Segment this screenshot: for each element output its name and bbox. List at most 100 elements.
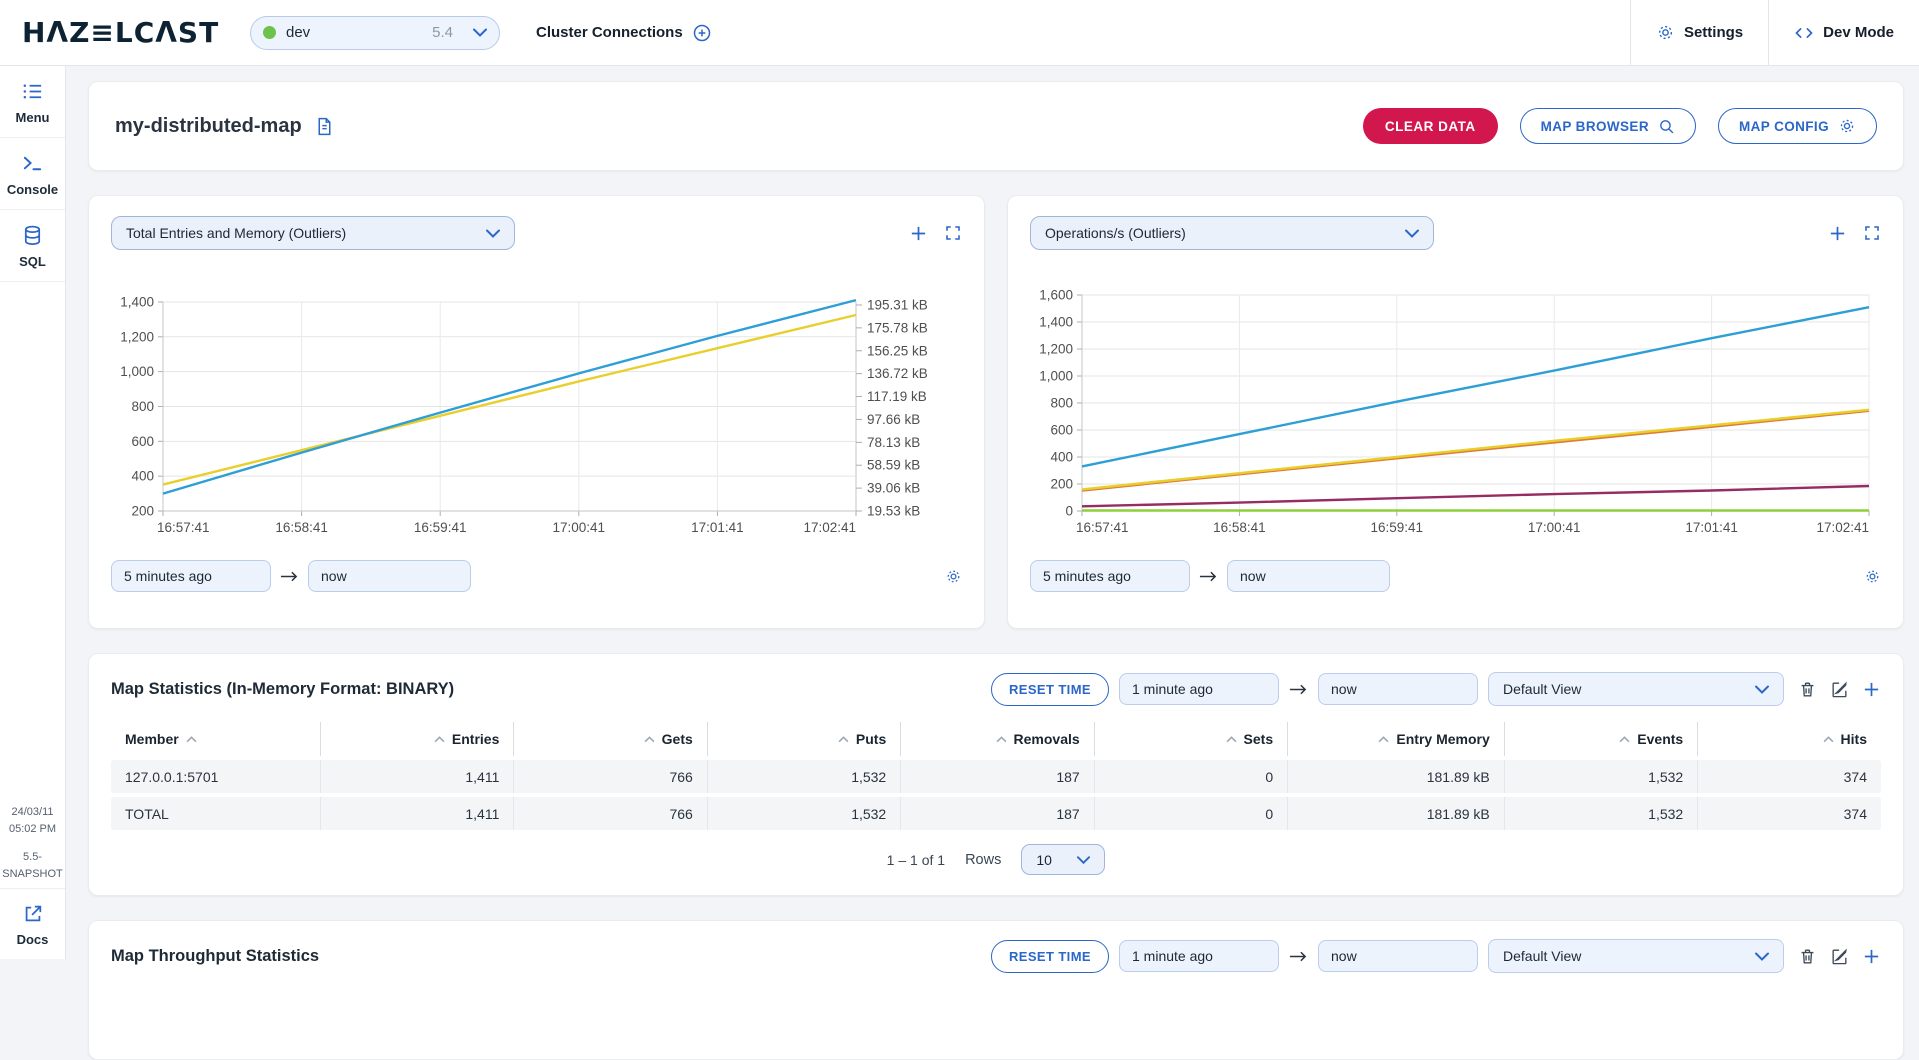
sidebar-item-docs[interactable]: Docs [0, 888, 65, 959]
entries-memory-chart-card: Total Entries and Memory (Outliers) 1,40… [88, 195, 985, 629]
time-to-input[interactable] [308, 560, 471, 592]
gear-icon [1838, 117, 1856, 135]
rows-per-page-label: Rows [965, 852, 1001, 868]
svg-text:16:57:41: 16:57:41 [1076, 520, 1129, 535]
plus-icon [1862, 947, 1881, 966]
stats-time-to-input[interactable] [1318, 673, 1478, 705]
column-header-events[interactable]: Events [1504, 722, 1697, 756]
throughput-time-from-input[interactable] [1119, 940, 1279, 972]
fullscreen-button[interactable] [944, 224, 962, 242]
add-view-button[interactable] [1862, 947, 1881, 966]
series-ops-blue [1082, 307, 1869, 466]
add-view-button[interactable] [1862, 680, 1881, 699]
sort-caret-icon [186, 736, 197, 743]
time-from-input[interactable] [111, 560, 271, 592]
add-chart-button[interactable] [1828, 224, 1847, 243]
table-cell: 766 [513, 797, 706, 830]
sidebar-item-label: Console [7, 182, 58, 197]
map-browser-button[interactable]: MAP BROWSER [1520, 108, 1696, 144]
svg-text:200: 200 [1050, 477, 1073, 492]
console-icon [21, 152, 44, 175]
chart-metric-selected: Operations/s (Outliers) [1045, 225, 1405, 241]
gear-icon [1864, 568, 1881, 585]
svg-text:1,000: 1,000 [1039, 369, 1073, 384]
fullscreen-button[interactable] [1863, 224, 1881, 242]
settings-button[interactable]: Settings [1630, 0, 1768, 66]
sort-caret-icon [1823, 736, 1834, 743]
column-header-gets[interactable]: Gets [513, 722, 706, 756]
chart-settings-button[interactable] [1864, 568, 1881, 585]
circle-plus-icon[interactable] [692, 23, 712, 43]
table-cell: 187 [900, 760, 1093, 793]
svg-text:97.66 kB: 97.66 kB [867, 412, 920, 427]
chevron-down-icon [473, 28, 487, 37]
svg-text:1,200: 1,200 [120, 329, 154, 344]
sidebar-item-label: SQL [19, 254, 46, 269]
edit-icon [1830, 680, 1849, 699]
sidebar-item-label: Docs [17, 932, 49, 947]
column-header-entries[interactable]: Entries [320, 722, 513, 756]
add-chart-button[interactable] [909, 224, 928, 243]
view-selected: Default View [1503, 948, 1755, 964]
clear-data-button[interactable]: CLEAR DATA [1363, 108, 1498, 144]
sidebar-item-console[interactable]: Console [0, 138, 65, 210]
svg-text:600: 600 [131, 434, 154, 449]
cluster-select[interactable]: dev 5.4 [250, 16, 500, 50]
map-config-button[interactable]: MAP CONFIG [1718, 108, 1877, 144]
reset-time-button[interactable]: RESET TIME [991, 673, 1109, 706]
arrow-right-icon [1289, 950, 1308, 963]
svg-text:1,600: 1,600 [1039, 288, 1073, 303]
column-header-removals[interactable]: Removals [900, 722, 1093, 756]
sidebar-item-menu[interactable]: Menu [0, 66, 65, 138]
dev-mode-button[interactable]: Dev Mode [1768, 0, 1919, 66]
stats-time-from-input[interactable] [1119, 673, 1279, 705]
reset-time-button[interactable]: RESET TIME [991, 940, 1109, 973]
throughput-time-to-input[interactable] [1318, 940, 1478, 972]
chart-settings-button[interactable] [945, 568, 962, 585]
sidebar-item-sql[interactable]: SQL [0, 210, 65, 282]
time-from-input[interactable] [1030, 560, 1190, 592]
plus-icon [909, 224, 928, 243]
view-select[interactable]: Default View [1488, 939, 1784, 973]
map-statistics-table: MemberEntriesGetsPutsRemovalsSetsEntry M… [111, 722, 1881, 830]
rows-per-page-select[interactable]: 10 [1021, 844, 1105, 875]
edit-view-button[interactable] [1830, 680, 1849, 699]
view-select[interactable]: Default View [1488, 672, 1784, 706]
column-header-puts[interactable]: Puts [707, 722, 900, 756]
svg-text:19.53 kB: 19.53 kB [867, 504, 920, 519]
chart-metric-select[interactable]: Total Entries and Memory (Outliers) [111, 216, 515, 250]
chevron-down-icon [1755, 952, 1769, 961]
edit-icon [1830, 947, 1849, 966]
table-row[interactable]: 127.0.0.1:57011,4117661,5321870181.89 kB… [111, 760, 1881, 793]
cluster-version: 5.4 [432, 24, 453, 41]
chart-metric-select[interactable]: Operations/s (Outliers) [1030, 216, 1434, 250]
cluster-connections-label: Cluster Connections [536, 24, 683, 41]
table-cell: 1,411 [320, 797, 513, 830]
cluster-connections[interactable]: Cluster Connections [536, 23, 712, 43]
document-icon[interactable] [314, 116, 335, 137]
column-header-hits[interactable]: Hits [1697, 722, 1881, 756]
table-row[interactable]: TOTAL1,4117661,5321870181.89 kB1,532374 [111, 797, 1881, 830]
delete-view-button[interactable] [1798, 680, 1817, 699]
table-cell: 1,532 [1504, 797, 1697, 830]
sidebar-version: 5.5- SNAPSHOT [0, 843, 65, 888]
svg-text:800: 800 [131, 399, 154, 414]
table-cell: 187 [900, 797, 1093, 830]
column-header-member[interactable]: Member [111, 722, 320, 756]
view-selected: Default View [1503, 681, 1755, 697]
edit-view-button[interactable] [1830, 947, 1849, 966]
table-cell: 374 [1697, 797, 1881, 830]
time-to-input[interactable] [1227, 560, 1390, 592]
series-ops-maroon [1082, 486, 1869, 506]
delete-view-button[interactable] [1798, 947, 1817, 966]
svg-text:400: 400 [131, 469, 154, 484]
svg-text:17:02:41: 17:02:41 [1816, 520, 1869, 535]
fullscreen-icon [944, 224, 962, 242]
trash-icon [1798, 680, 1817, 699]
external-link-icon [22, 903, 44, 925]
column-header-sets[interactable]: Sets [1094, 722, 1287, 756]
menu-icon [21, 80, 44, 103]
column-header-entry-memory[interactable]: Entry Memory [1287, 722, 1504, 756]
map-header-card: my-distributed-map CLEAR DATA MAP BROWSE… [88, 81, 1904, 171]
arrow-right-icon [1199, 570, 1218, 583]
